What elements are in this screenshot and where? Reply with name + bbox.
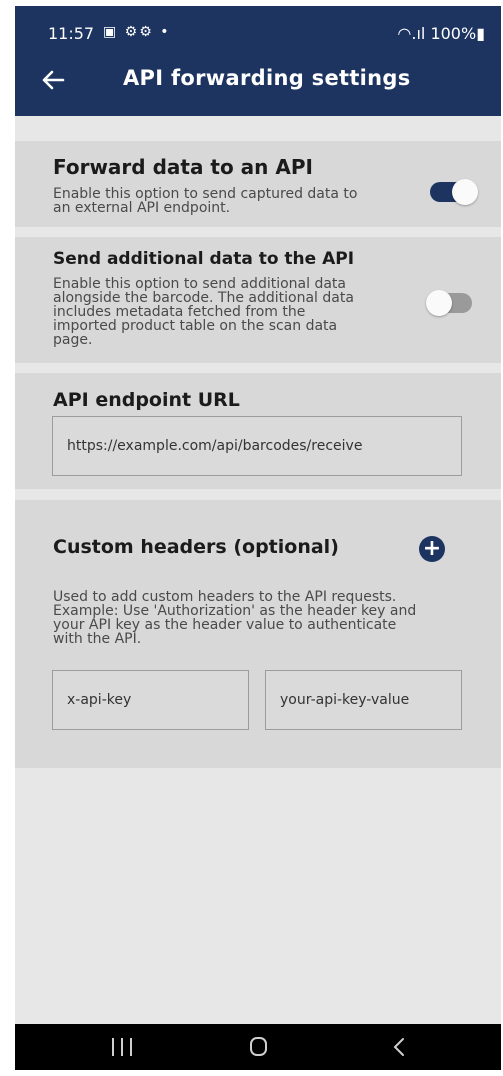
headers-desc-line: with the API. — [53, 631, 142, 647]
page-title: API forwarding settings — [123, 66, 411, 90]
toggle-knob — [426, 290, 452, 316]
additional-data-description: Enable this option to send additional da… — [53, 277, 354, 347]
headers-desc-line: Used to add custom headers to the API re… — [53, 589, 397, 605]
phone-screen: 11:57 ▣ ⚙⚙ • ◠.ıl 100%▮ API forwarding s… — [15, 6, 501, 1070]
recent-apps-icon[interactable] — [112, 1038, 134, 1056]
custom-headers-description: Used to add custom headers to the API re… — [53, 590, 416, 646]
additional-data-toggle[interactable] — [426, 290, 472, 316]
forward-data-title: Forward data to an API — [53, 155, 313, 179]
header-key-input[interactable]: x-api-key — [52, 670, 249, 730]
app-bar: API forwarding settings — [15, 44, 501, 116]
add-header-button[interactable]: + — [419, 536, 445, 562]
custom-headers-title: Custom headers (optional) — [53, 536, 339, 558]
recent-line — [121, 1038, 123, 1056]
additional-data-title: Send additional data to the API — [53, 249, 355, 269]
home-icon[interactable] — [250, 1037, 267, 1056]
status-right: ◠.ıl 100%▮ — [397, 24, 485, 43]
forward-data-toggle[interactable] — [430, 179, 478, 205]
custom-headers-card: Custom headers (optional) + Used to add … — [15, 500, 501, 768]
headers-desc-line: Example: Use 'Authorization' as the head… — [53, 603, 417, 619]
forward-desc-line: Enable this option to send captured data… — [53, 186, 358, 202]
system-nav-bar — [15, 1024, 501, 1070]
recent-line — [130, 1038, 132, 1056]
forward-desc-line: an external API endpoint. — [53, 200, 231, 216]
additional-desc-line: Enable this option to send additional da… — [53, 276, 346, 292]
back-arrow-icon[interactable] — [37, 64, 69, 96]
endpoint-url-title: API endpoint URL — [53, 389, 240, 411]
forward-data-card: Forward data to an API Enable this optio… — [15, 141, 501, 227]
notification-icons: ▣ ⚙⚙ • — [103, 24, 171, 40]
additional-desc-line: alongside the barcode. The additional da… — [53, 290, 354, 306]
additional-data-card: Send additional data to the API Enable t… — [15, 237, 501, 363]
additional-desc-line: includes metadata fetched from the — [53, 304, 306, 320]
additional-desc-line: imported product table on the scan data — [53, 318, 338, 334]
status-time: 11:57 — [48, 24, 95, 43]
status-bar: 11:57 ▣ ⚙⚙ • ◠.ıl 100%▮ — [15, 6, 501, 44]
headers-desc-line: your API key as the header value to auth… — [53, 617, 397, 633]
recent-line — [112, 1038, 114, 1056]
additional-desc-line: page. — [53, 332, 93, 348]
endpoint-url-input[interactable]: https://example.com/api/barcodes/receive — [52, 416, 462, 476]
forward-data-description: Enable this option to send captured data… — [53, 187, 357, 215]
endpoint-url-card: API endpoint URL https://example.com/api… — [15, 373, 501, 489]
toggle-knob — [452, 179, 478, 205]
nav-back-icon[interactable] — [390, 1037, 410, 1057]
header-value-input[interactable]: your-api-key-value — [265, 670, 462, 730]
